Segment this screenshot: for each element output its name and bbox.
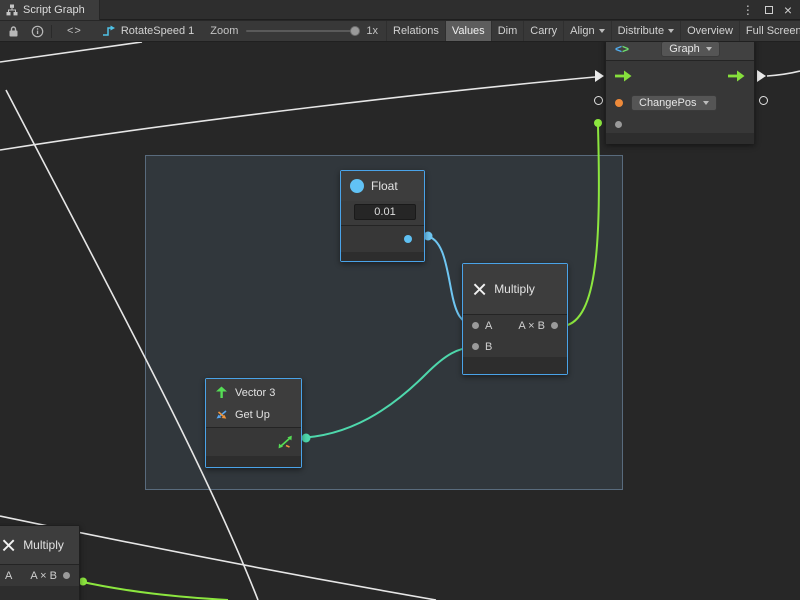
node-subtitle: Get Up	[235, 409, 270, 421]
node-title: Vector 3	[235, 387, 275, 399]
multiply-icon: ×	[1, 532, 16, 558]
float-node[interactable]: Float 0.01	[340, 170, 425, 262]
dropdown-arrow-icon	[599, 29, 605, 33]
port-label: A	[5, 570, 12, 582]
script-graph-tab[interactable]: Script Graph	[0, 0, 100, 20]
variable-dropdown[interactable]: ChangePos	[631, 95, 717, 111]
toolbar-buttons: Relations Values Dim Carry Align Distrib…	[386, 21, 800, 41]
flow-in-arrow-icon[interactable]	[595, 70, 604, 82]
dim-button[interactable]: Dim	[491, 21, 524, 41]
graph-dropdown[interactable]: Graph	[661, 41, 720, 57]
overview-button[interactable]: Overview	[680, 21, 739, 41]
up-arrow-icon	[215, 386, 228, 399]
align-label: Align	[570, 25, 594, 37]
input-ring-port[interactable]	[594, 96, 603, 105]
multiply-node-partial[interactable]: × Multiply A A × B	[0, 525, 80, 600]
zoom-slider-knob[interactable]	[350, 26, 360, 36]
multiply-input-b-port[interactable]	[472, 343, 479, 350]
dropdown-arrow-icon	[668, 29, 674, 33]
float-value-field[interactable]: 0.01	[354, 204, 416, 220]
output-ring-port[interactable]	[759, 96, 768, 105]
lock-icon[interactable]	[7, 21, 19, 41]
value-port[interactable]	[615, 121, 622, 128]
zoom-label: Zoom	[210, 25, 238, 37]
dual-arrow-icon	[215, 410, 228, 421]
align-button[interactable]: Align	[563, 21, 610, 41]
dropdown-arrow-icon	[706, 47, 712, 51]
zoom-value: 1x	[366, 25, 378, 37]
vector3-getup-node[interactable]: Vector 3 Get Up	[205, 378, 302, 468]
code-icon: <>	[615, 42, 629, 56]
values-button[interactable]: Values	[445, 21, 491, 41]
graph-ref-label: RotateSpeed 1	[121, 25, 194, 37]
node-title: Multiply	[494, 282, 535, 296]
float-output-port[interactable]	[404, 235, 412, 243]
distribute-button[interactable]: Distribute	[611, 21, 680, 41]
port-label: B	[485, 341, 492, 353]
fullscreen-button[interactable]: Full Screen	[739, 21, 800, 41]
graph-dropdown-label: Graph	[669, 43, 700, 55]
menu-kebab-icon[interactable]: ⋮	[742, 4, 754, 16]
port-label: A × B	[518, 320, 545, 332]
port-label: A	[485, 320, 492, 332]
graph-ref-icon	[102, 25, 116, 37]
multiply-icon: ×	[472, 276, 487, 302]
multiply-output-port[interactable]	[551, 322, 558, 329]
script-graph-icon	[6, 4, 18, 16]
multiply-node[interactable]: × Multiply A A × B B	[462, 263, 568, 375]
flow-output-port-icon[interactable]	[728, 70, 745, 82]
flow-out-arrow-icon[interactable]	[757, 70, 766, 82]
variable-dropdown-label: ChangePos	[639, 97, 697, 109]
window-titlebar: Script Graph ⋮ ×	[0, 0, 800, 20]
flow-input-port-icon[interactable]	[615, 70, 632, 82]
vector3-output-port-icon[interactable]	[278, 435, 293, 449]
maximize-icon[interactable]	[765, 6, 773, 14]
relations-button[interactable]: Relations	[386, 21, 445, 41]
graph-reference[interactable]: RotateSpeed 1	[102, 25, 194, 37]
distribute-label: Distribute	[618, 25, 664, 37]
float-type-icon	[350, 179, 364, 193]
port-label: A × B	[30, 570, 57, 582]
window-title: Script Graph	[23, 4, 85, 16]
variable-input-port[interactable]	[615, 99, 623, 107]
node-title: Multiply	[23, 538, 64, 552]
code-toggle-icon[interactable]: <>	[67, 21, 82, 41]
graph-toolbar: <> RotateSpeed 1 Zoom 1x Relations Value…	[0, 21, 800, 42]
graph-machine-node[interactable]: <> Graph ChangePos	[605, 36, 755, 144]
dropdown-arrow-icon	[703, 101, 709, 105]
multiply-input-a-port[interactable]	[472, 322, 479, 329]
zoom-slider[interactable]	[246, 30, 358, 32]
close-icon[interactable]: ×	[784, 4, 792, 16]
carry-button[interactable]: Carry	[523, 21, 563, 41]
info-icon[interactable]	[31, 21, 44, 41]
multiply-output-port[interactable]	[63, 572, 70, 579]
node-title: Float	[371, 179, 398, 193]
